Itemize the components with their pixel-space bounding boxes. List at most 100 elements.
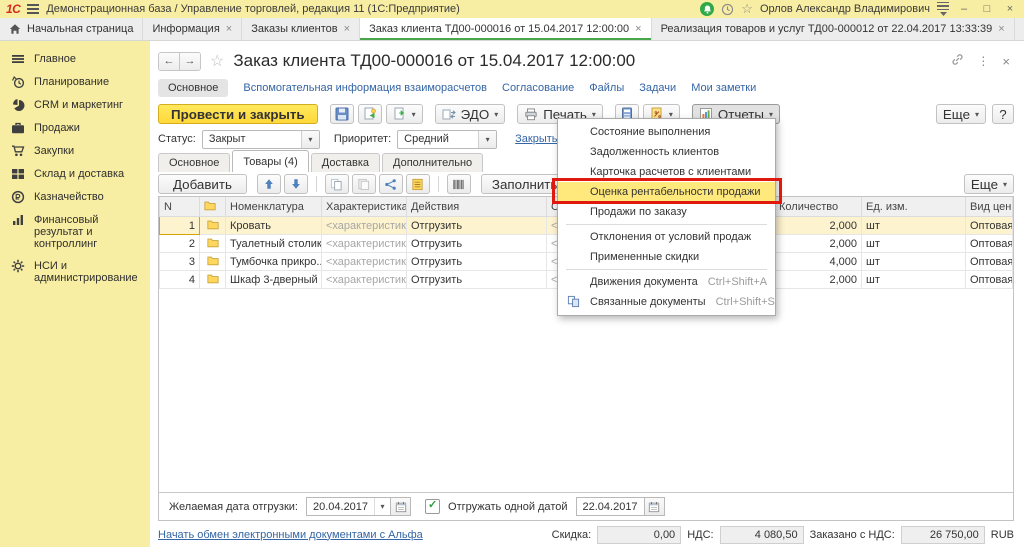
nav-item-main[interactable]: Основное (158, 79, 228, 97)
minimize-button[interactable]: – (956, 3, 972, 15)
cell-characteristic[interactable]: <характеристики (322, 235, 407, 253)
nav-item-files[interactable]: Файлы (589, 82, 624, 94)
cell-nomenclature[interactable]: Тумбочка прикро... (226, 253, 322, 271)
cell-n[interactable]: 4 (160, 271, 200, 289)
save-button[interactable] (330, 104, 354, 124)
menu-item-sales-condition-deviations[interactable]: Отклонения от условий продаж (558, 227, 775, 247)
more-actions-icon[interactable]: ⋮ (977, 54, 989, 68)
menu-item-document-movements[interactable]: Движения документа Ctrl+Shift+A (558, 272, 775, 292)
cell-nomenclature[interactable]: Шкаф 3-дверный (226, 271, 322, 289)
history-clock-icon[interactable] (721, 3, 734, 16)
cell-characteristic[interactable]: <характеристики (322, 253, 407, 271)
combo-caret-icon[interactable]: ▾ (374, 498, 390, 515)
cell-unit[interactable]: шт (862, 253, 966, 271)
favorite-star-icon[interactable]: ☆ (210, 51, 224, 71)
post-document-button[interactable] (358, 104, 382, 124)
menu-item-applied-discounts[interactable]: Примененные скидки (558, 247, 775, 267)
col-n[interactable]: N (160, 197, 200, 217)
col-row-icon[interactable] (200, 197, 226, 217)
current-user-name[interactable]: Орлов Александр Владимирович (760, 3, 930, 15)
menu-item-customer-debt[interactable]: Задолженность клиентов (558, 142, 775, 162)
sidebar-item-financial-result[interactable]: Финансовый результат и контроллинг (0, 209, 150, 255)
combo-caret-icon[interactable]: ▾ (301, 131, 319, 148)
close-window-button[interactable]: × (1002, 3, 1018, 15)
menu-item-related-documents[interactable]: Связанные документы Ctrl+Shift+S (558, 292, 775, 312)
calendar-icon[interactable] (644, 498, 664, 515)
notifications-bell-icon[interactable] (700, 2, 714, 16)
priority-combo[interactable]: Средний ▾ (397, 130, 497, 149)
barcode-scan-button[interactable] (447, 174, 471, 194)
close-tab-icon[interactable]: × (635, 23, 641, 35)
tab-home[interactable]: Начальная страница (0, 18, 143, 40)
close-tab-icon[interactable]: × (998, 23, 1004, 35)
single-date-checkbox[interactable]: ✓ (425, 499, 440, 514)
calendar-icon[interactable] (390, 498, 410, 515)
nav-item-tasks[interactable]: Задачи (639, 82, 676, 94)
cell-unit[interactable]: шт (862, 271, 966, 289)
main-menu-icon[interactable] (27, 4, 39, 14)
sidebar-item-warehouse-delivery[interactable]: Склад и доставка (0, 163, 150, 186)
cell-action[interactable]: Отгрузить (407, 253, 547, 271)
tab-customer-order-td00-000016[interactable]: Заказ клиента ТД00-000016 от 15.04.2017 … (360, 18, 652, 40)
cell-qty[interactable]: 4,000 (775, 253, 862, 271)
post-and-close-button[interactable]: Провести и закрыть (158, 104, 318, 124)
menu-item-settlement-card[interactable]: Карточка расчетов с клиентами (558, 162, 775, 182)
cell-n[interactable]: 3 (160, 253, 200, 271)
move-up-button[interactable] (257, 174, 281, 194)
col-characteristic[interactable]: Характеристика (322, 197, 407, 217)
form-more-button[interactable]: Еще ▾ (936, 104, 986, 124)
cell-qty[interactable]: 2,000 (775, 235, 862, 253)
move-down-button[interactable] (284, 174, 308, 194)
cell-nomenclature[interactable]: Кровать (226, 217, 322, 235)
close-tab-icon[interactable]: × (226, 23, 232, 35)
nav-item-settlement-info[interactable]: Вспомогательная информация взаиморасчето… (243, 82, 487, 94)
cell-characteristic[interactable]: <характеристики (322, 271, 407, 289)
cell-price-type[interactable]: Оптовая (966, 253, 1013, 271)
col-price-type[interactable]: Вид цен (966, 197, 1013, 217)
sidebar-item-treasury[interactable]: Казначейство (0, 186, 150, 209)
tab-main[interactable]: Основное (158, 153, 230, 172)
forward-button[interactable]: → (179, 53, 200, 70)
cell-characteristic[interactable]: <характеристики (322, 217, 407, 235)
create-based-on-button[interactable]: ▾ (386, 104, 423, 124)
close-form-icon[interactable]: × (1002, 54, 1010, 69)
paste-row-button[interactable] (352, 174, 376, 194)
cell-qty[interactable]: 2,000 (775, 217, 862, 235)
cell-action[interactable]: Отгрузить (407, 271, 547, 289)
tab-goods-sale-td00-000012[interactable]: Реализация товаров и услуг ТД00-000012 о… (652, 18, 1015, 40)
menu-item-execution-status[interactable]: Состояние выполнения (558, 122, 775, 142)
get-link-icon[interactable] (951, 53, 964, 69)
add-row-button[interactable]: Добавить (158, 174, 247, 194)
tab-delivery[interactable]: Доставка (311, 153, 380, 172)
share-rows-button[interactable] (379, 174, 403, 194)
menu-item-sales-by-order[interactable]: Продажи по заказу (558, 202, 775, 222)
service-settings-icon[interactable] (937, 2, 949, 17)
sidebar-item-purchases[interactable]: Закупки (0, 140, 150, 163)
cell-price-type[interactable]: Оптовая (966, 235, 1013, 253)
maximize-button[interactable]: □ (979, 3, 995, 15)
tab-customer-orders[interactable]: Заказы клиентов × (242, 18, 360, 40)
cell-qty[interactable]: 2,000 (775, 271, 862, 289)
edi-exchange-link[interactable]: Начать обмен электронными документами с … (158, 529, 423, 541)
col-unit[interactable]: Ед. изм. (862, 197, 966, 217)
nav-item-approval[interactable]: Согласование (502, 82, 574, 94)
col-nomenclature[interactable]: Номенклатура (226, 197, 322, 217)
sidebar-item-master-data-admin[interactable]: НСИ и администрирование (0, 255, 150, 289)
help-button[interactable]: ? (992, 104, 1014, 124)
sidebar-item-sales[interactable]: Продажи (0, 117, 150, 140)
cell-action[interactable]: Отгрузить (407, 235, 547, 253)
col-actions[interactable]: Действия (407, 197, 547, 217)
cell-n[interactable]: 1 (160, 217, 200, 235)
tab-goods[interactable]: Товары (4) (232, 150, 308, 172)
back-button[interactable]: ← (159, 53, 179, 70)
single-date-value[interactable]: 22.04.2017 (577, 501, 644, 513)
favorites-star-icon[interactable]: ☆ (741, 1, 753, 17)
edo-button[interactable]: ЭДО ▾ (435, 104, 506, 124)
cell-unit[interactable]: шт (862, 235, 966, 253)
shipping-date-field[interactable]: 20.04.2017 ▾ (306, 497, 411, 516)
cell-price-type[interactable]: Оптовая (966, 217, 1013, 235)
single-date-field[interactable]: 22.04.2017 (576, 497, 665, 516)
close-tab-icon[interactable]: × (344, 23, 350, 35)
shipping-date-value[interactable]: 20.04.2017 (307, 501, 374, 513)
cell-unit[interactable]: шт (862, 217, 966, 235)
